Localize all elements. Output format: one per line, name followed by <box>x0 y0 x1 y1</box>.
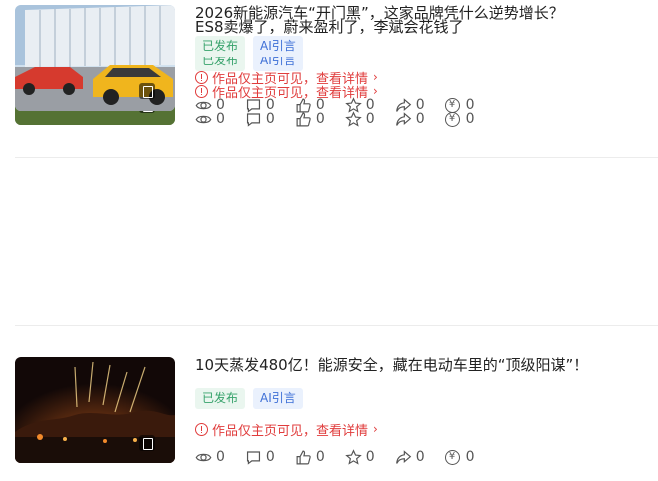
ai-intro-badge: AI引言 <box>253 388 303 409</box>
favorites-count: 0 <box>365 449 375 465</box>
article-title[interactable]: 10天蒸发480亿！能源安全，藏在电动车里的“顶级阳谋”！ <box>195 355 588 375</box>
favorites-stat[interactable]: 0 <box>345 96 375 114</box>
comment-icon <box>246 450 260 465</box>
eye-icon <box>195 101 212 109</box>
image-badge-icon <box>139 83 155 99</box>
warning-circle-icon <box>195 422 208 436</box>
share-icon <box>395 449 411 464</box>
comments-count: 0 <box>265 97 275 113</box>
shares-stat[interactable]: 0 <box>395 97 425 114</box>
stats-bar: 0 0 0 0 0 ¥ 0 <box>195 95 495 115</box>
likes-stat[interactable]: 0 <box>295 449 325 466</box>
article-thumbnail[interactable] <box>15 357 175 463</box>
earnings-count: 0 <box>465 97 475 113</box>
star-icon <box>345 448 362 465</box>
chevron-right-icon: › <box>373 70 378 84</box>
favorites-stat[interactable]: 0 <box>345 448 375 466</box>
likes-stat[interactable]: 0 <box>295 97 325 114</box>
thumbs-up-icon <box>296 98 311 112</box>
comments-stat[interactable]: 0 <box>245 449 275 466</box>
yen-icon: ¥ <box>444 97 460 113</box>
share-icon <box>395 97 411 112</box>
tag-group: 已发布 AI引言 <box>195 36 303 57</box>
views-stat: 0 <box>195 97 225 114</box>
chevron-right-icon: › <box>373 422 378 436</box>
favorites-count: 0 <box>365 97 375 113</box>
eye-icon <box>195 453 212 461</box>
divider <box>15 325 658 326</box>
article-title[interactable]: 2026新能源汽车“开门黑”，这家品牌凭什么逆势增长？ <box>195 3 564 23</box>
comments-count: 0 <box>265 449 275 465</box>
views-count: 0 <box>216 97 225 113</box>
thumbs-up-icon <box>296 450 311 464</box>
shares-count: 0 <box>415 449 425 465</box>
likes-count: 0 <box>315 97 325 113</box>
shares-stat[interactable]: 0 <box>395 449 425 466</box>
warning-circle-icon <box>195 70 208 84</box>
article-item: 2026新能源汽车“开门黑”，这家品牌凭什么逆势增长？ 已发布 AI引言 作品仅… <box>0 0 658 120</box>
article-list: ES8卖爆了，蔚来盈利了，李斌会花钱了 已发布 AI引言 作品仅主页可见，查看详… <box>0 0 658 481</box>
earnings-stat: ¥ 0 <box>444 449 475 465</box>
tag-group: 已发布 AI引言 <box>195 388 303 409</box>
earnings-stat: ¥ 0 <box>444 97 475 113</box>
earnings-count: 0 <box>465 449 475 465</box>
visibility-notice-text: 作品仅主页可见，查看详情 <box>212 423 369 439</box>
divider <box>15 157 658 158</box>
visibility-notice-text: 作品仅主页可见，查看详情 <box>212 71 369 87</box>
views-stat: 0 <box>195 449 225 466</box>
article-info: 10天蒸发480亿！能源安全，藏在电动车里的“顶级阳谋”！ 已发布 AI引言 作… <box>195 352 655 472</box>
comments-stat[interactable]: 0 <box>245 97 275 114</box>
shares-count: 0 <box>415 97 425 113</box>
status-badge: 已发布 <box>195 388 246 409</box>
ai-intro-badge: AI引言 <box>253 36 303 57</box>
comment-icon <box>246 98 260 113</box>
article-thumbnail[interactable] <box>15 5 175 111</box>
views-count: 0 <box>216 449 225 465</box>
visibility-notice-link[interactable]: 作品仅主页可见，查看详情 › <box>195 68 378 87</box>
image-badge-icon <box>139 435 155 451</box>
yen-icon: ¥ <box>444 449 460 465</box>
article-info: 2026新能源汽车“开门黑”，这家品牌凭什么逆势增长？ 已发布 AI引言 作品仅… <box>195 0 655 120</box>
star-icon <box>345 96 362 113</box>
article-item: 10天蒸发480亿！能源安全，藏在电动车里的“顶级阳谋”！ 已发布 AI引言 作… <box>0 352 658 472</box>
status-badge: 已发布 <box>195 36 246 57</box>
visibility-notice-link[interactable]: 作品仅主页可见，查看详情 › <box>195 420 378 439</box>
stats-bar: 0 0 0 0 0 ¥ 0 <box>195 447 495 467</box>
likes-count: 0 <box>315 449 325 465</box>
